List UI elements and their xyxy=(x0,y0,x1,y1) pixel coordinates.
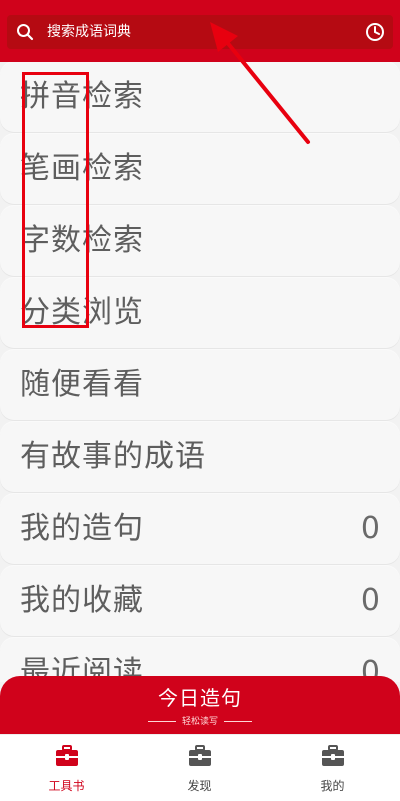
annotation-arrow xyxy=(210,22,310,144)
list-item-label: 随便看看 xyxy=(20,367,144,402)
tab-label: 工具书 xyxy=(48,779,85,793)
today-subtitle-text: 轻松读写 xyxy=(181,717,218,727)
bottom-nav: 工具书 发现 我的 xyxy=(0,734,400,801)
clock-icon[interactable] xyxy=(365,22,385,42)
list-item-label: 我的造句 xyxy=(20,511,144,546)
annotation-highlight-box xyxy=(22,72,89,328)
tab-label: 发现 xyxy=(187,779,212,793)
today-sentence-button[interactable]: 今日造句 轻松读写 xyxy=(0,676,400,734)
search-icon xyxy=(17,24,34,41)
toolbox-icon xyxy=(322,745,344,766)
tab-label: 我的 xyxy=(320,779,345,793)
count-badge: 0 xyxy=(360,511,380,546)
list-item-random[interactable]: 随便看看 xyxy=(0,350,400,420)
list-item-label: 我的收藏 xyxy=(20,583,144,618)
tab-discover[interactable]: 发现 xyxy=(133,735,266,801)
list-item-stories[interactable]: 有故事的成语 xyxy=(0,422,400,492)
search-input[interactable]: 搜索成语词典 xyxy=(47,15,131,49)
toolbox-icon xyxy=(56,745,78,766)
list-item-my-sentences[interactable]: 我的造句 0 xyxy=(0,494,400,564)
list-item-label: 有故事的成语 xyxy=(20,439,206,474)
today-title: 今日造句 xyxy=(158,686,242,710)
list-item-favorites[interactable]: 我的收藏 0 xyxy=(0,566,400,636)
tab-mine[interactable]: 我的 xyxy=(266,735,399,801)
tab-toolbox[interactable]: 工具书 xyxy=(0,735,133,801)
count-badge: 0 xyxy=(360,583,380,618)
toolbox-icon xyxy=(189,745,211,766)
today-subtitle: 轻松读写 xyxy=(0,714,400,727)
